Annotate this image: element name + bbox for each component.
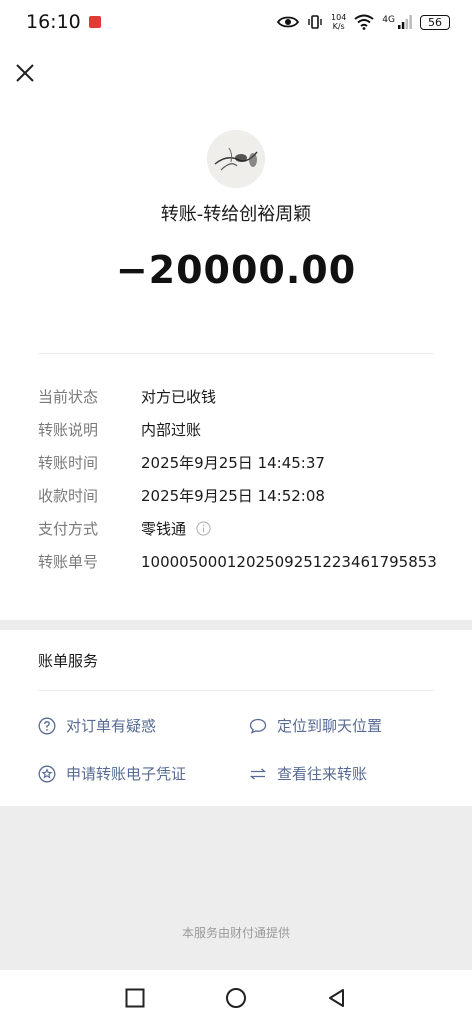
order-number: 1000050001202509251223461795853 <box>141 552 437 571</box>
square-icon <box>125 988 145 1008</box>
recent-apps-button[interactable] <box>124 987 146 1009</box>
detail-value: 对方已收钱 <box>141 388 217 406</box>
detail-label: 转账单号 <box>38 553 99 571</box>
detail-row-status: 当前状态 对方已收钱 <box>38 380 458 413</box>
locate-chat-link[interactable]: 定位到聊天位置 <box>249 715 382 736</box>
navigation-bar <box>0 970 472 1024</box>
detail-row-receive-time: 收款时间 2025年9月25日 14:52:08 <box>38 479 458 512</box>
divider <box>38 690 434 691</box>
network-speed: 104 K/s <box>331 13 346 31</box>
status-bar-left: 16:10 <box>26 11 101 33</box>
detail-row-payment-method: 支付方式 零钱通 <box>38 512 458 545</box>
apply-voucher-link[interactable]: 申请转账电子凭证 <box>38 763 186 784</box>
status-bar-right: 104 K/s 4G 56 <box>277 13 450 31</box>
chat-bubble-icon <box>249 718 267 734</box>
clock: 16:10 <box>26 11 81 33</box>
triangle-back-icon <box>329 989 344 1007</box>
info-icon[interactable] <box>196 521 211 536</box>
notification-icon <box>88 16 101 28</box>
signal-bars-icon <box>398 15 412 29</box>
question-icon <box>38 717 56 734</box>
provider-footer: 本服务由财付通提供 <box>181 926 290 940</box>
network-speed-value: 104 <box>331 13 347 22</box>
detail-label: 支付方式 <box>38 520 99 538</box>
transfer-card: 转账-转给创裕周颖 −20000.00 当前状态 对方已收钱 转账说明 内部过账… <box>0 104 472 620</box>
circle-icon <box>226 988 246 1008</box>
status-bar: 16:10 104 K/s 4G 56 <box>0 0 472 44</box>
detail-value-payment: 零钱通 <box>141 518 211 539</box>
battery-indicator: 56 <box>420 14 450 30</box>
detail-label: 当前状态 <box>38 388 99 406</box>
close-icon <box>16 64 34 82</box>
detail-label: 转账说明 <box>38 421 99 439</box>
order-question-label: 对订单有疑惑 <box>66 717 157 735</box>
view-transfers-label: 查看往来转账 <box>277 765 368 783</box>
detail-row-order-number: 转账单号 1000050001202509251223461795853 <box>38 545 458 578</box>
cellular-signal: 4G <box>382 15 412 29</box>
order-question-link[interactable]: 对订单有疑惑 <box>38 715 156 736</box>
avatar-image <box>207 130 265 188</box>
transfer-amount: −20000.00 <box>115 248 357 292</box>
exchange-arrows-icon <box>249 767 267 780</box>
payment-method-text: 零钱通 <box>141 520 187 538</box>
transfer-details: 当前状态 对方已收钱 转账说明 内部过账 转账时间 2025年9月25日 14:… <box>38 380 458 578</box>
detail-value: 2025年9月25日 14:52:08 <box>141 487 325 505</box>
detail-label: 转账时间 <box>38 454 99 472</box>
locate-chat-label: 定位到聊天位置 <box>277 717 383 735</box>
avatar[interactable] <box>207 130 265 188</box>
wifi-icon <box>354 14 374 30</box>
view-transfers-link[interactable]: 查看往来转账 <box>249 763 367 784</box>
detail-row-transfer-time: 转账时间 2025年9月25日 14:45:37 <box>38 446 458 479</box>
detail-value: 2025年9月25日 14:45:37 <box>141 454 325 472</box>
detail-label: 收款时间 <box>38 487 99 505</box>
network-speed-unit: K/s <box>332 22 345 31</box>
badge-star-icon <box>38 765 56 782</box>
top-bar <box>0 44 472 104</box>
back-button[interactable] <box>326 987 348 1009</box>
detail-value: 内部过账 <box>141 421 202 439</box>
vibrate-icon <box>308 15 322 29</box>
transfer-title: 转账-转给创裕周颖 <box>160 204 312 225</box>
close-button[interactable] <box>12 60 38 86</box>
detail-row-note: 转账说明 内部过账 <box>38 413 458 446</box>
signal-type: 4G <box>382 15 395 25</box>
home-button[interactable] <box>225 987 247 1009</box>
eye-icon <box>277 16 300 28</box>
services-title: 账单服务 <box>38 652 99 670</box>
apply-voucher-label: 申请转账电子凭证 <box>66 765 187 783</box>
divider <box>38 353 434 354</box>
bill-services: 账单服务 对订单有疑惑 定位到聊天位置 申请转账电子凭证 查看往来转账 <box>0 630 472 806</box>
